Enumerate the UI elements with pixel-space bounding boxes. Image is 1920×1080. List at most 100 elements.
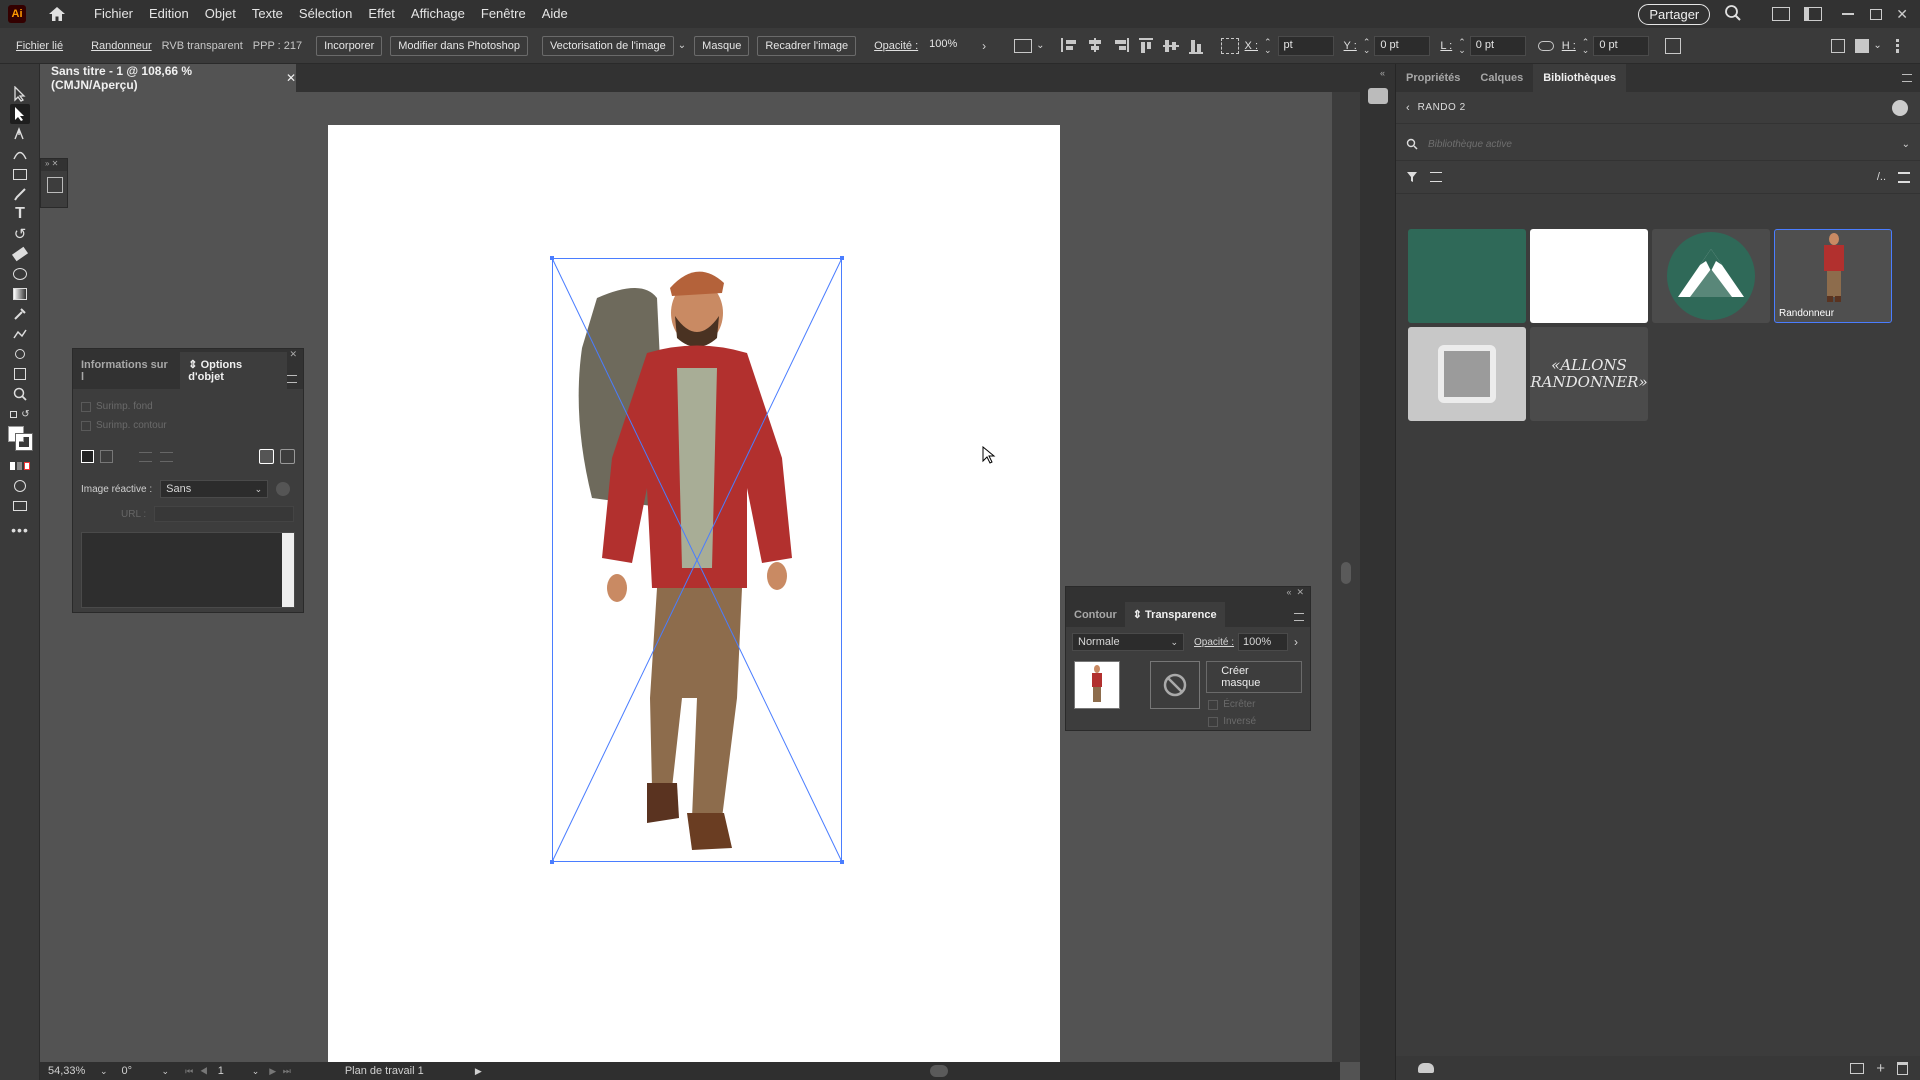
minimize-icon[interactable] (1842, 13, 1855, 15)
library-text-allons-randonner[interactable]: «ALLONS RANDONNER» (1530, 327, 1648, 421)
chevron-down-icon[interactable]: ⌄ (100, 1066, 108, 1077)
y-field[interactable]: 0 pt (1374, 35, 1431, 56)
mask-thumbnail[interactable] (1150, 661, 1201, 709)
overprint-stroke-row[interactable]: Surimp. contour (81, 420, 295, 431)
tab-properties[interactable]: Propriétés (1396, 64, 1470, 92)
opacity-field[interactable]: 100% (924, 36, 978, 56)
more-options-icon[interactable] (1895, 38, 1899, 53)
x-stepper-icon[interactable]: ⌃ ⌄ (1264, 37, 1272, 54)
curvature-tool-icon[interactable] (10, 144, 30, 164)
close-tab-icon[interactable]: ✕ (286, 71, 296, 85)
height-field[interactable]: 0 pt (1593, 35, 1650, 56)
collapse-icon[interactable]: « (1380, 68, 1395, 78)
embed-button[interactable]: Incorporer (316, 35, 383, 56)
panel-menu-icon[interactable] (1294, 613, 1304, 621)
puppet-warp-tool-icon[interactable] (10, 324, 30, 344)
pen-tool-icon[interactable] (10, 124, 30, 144)
align-left-icon[interactable] (1060, 37, 1077, 52)
align-top-icon[interactable] (1138, 37, 1153, 54)
blend-mode-select[interactable]: Normale ⌄ (1072, 633, 1184, 651)
reverse-path-icon[interactable] (139, 451, 152, 462)
list-view-icon[interactable] (1898, 171, 1910, 183)
transform-origin-icon[interactable] (1014, 38, 1033, 53)
browser-icon[interactable] (276, 482, 291, 496)
chevron-right-icon[interactable]: › (982, 39, 986, 53)
arrange-documents-icon[interactable] (1804, 7, 1823, 21)
shape-builder-tool-icon[interactable] (10, 264, 30, 284)
library-color-white[interactable] (1530, 229, 1648, 323)
tab-object-options[interactable]: ⇕ Options d'objet (180, 352, 288, 389)
invert-row[interactable]: Inversé (1208, 716, 1302, 727)
back-chevron-icon[interactable]: ‹ (1406, 102, 1410, 114)
overprint-fill-row[interactable]: Surimp. fond (81, 401, 295, 412)
opacity-field[interactable]: 100% (1238, 633, 1289, 651)
library-graphic-square[interactable] (1408, 327, 1526, 421)
selection-tool-icon[interactable] (10, 84, 30, 104)
tab-layers[interactable]: Calques (1470, 64, 1533, 92)
rectangle-tool-icon[interactable] (10, 164, 30, 184)
opacity-label[interactable]: Opacité : (874, 40, 918, 52)
linked-file-name[interactable]: Randonneur (91, 40, 152, 52)
evenodd-rule-icon[interactable] (280, 449, 295, 464)
add-icon[interactable]: + (1876, 1060, 1885, 1077)
zoom-tool-icon[interactable] (10, 384, 30, 404)
panel-menu-icon[interactable] (287, 375, 297, 383)
screen-mode-icon[interactable] (10, 496, 30, 516)
width-field[interactable]: 0 pt (1469, 35, 1526, 56)
artboard-tool-icon[interactable] (10, 364, 30, 384)
gradient-tool-icon[interactable] (10, 284, 30, 304)
first-page-icon[interactable]: ⏮ ◀ (185, 1066, 210, 1077)
notes-scrollbar[interactable] (282, 533, 294, 607)
view-icon[interactable]: /.. (1877, 171, 1886, 183)
more-tools-icon[interactable]: ••• (10, 520, 30, 540)
transform-icon[interactable] (1665, 37, 1682, 54)
image-trace-button[interactable]: Vectorisation de l'image (541, 35, 674, 56)
make-mask-button[interactable]: Créer masque (1206, 661, 1302, 693)
new-group-icon[interactable] (1850, 1062, 1865, 1074)
url-field[interactable] (154, 506, 295, 522)
library-color-green[interactable] (1408, 229, 1526, 323)
symbol-sprayer-tool-icon[interactable] (10, 344, 30, 364)
rotation-value[interactable]: 0° (122, 1065, 162, 1077)
sort-icon[interactable] (1430, 172, 1442, 182)
edit-photoshop-button[interactable]: Modifier dans Photoshop (390, 35, 528, 56)
fill-rule-alt-icon[interactable] (100, 450, 113, 463)
notes-textarea[interactable] (81, 532, 295, 608)
menu-aide[interactable]: Aide (534, 0, 576, 28)
page-number[interactable]: 1 (218, 1065, 252, 1077)
height-stepper-icon[interactable]: ⌃ ⌄ (1582, 37, 1590, 54)
crop-image-button[interactable]: Recadrer l'image (757, 35, 857, 56)
library-graphic-mountain[interactable] (1652, 229, 1770, 323)
trash-icon[interactable] (1897, 1061, 1908, 1075)
clip-row[interactable]: Écrêter (1208, 699, 1302, 710)
close-icon[interactable]: ✕ (1896, 6, 1908, 23)
chevron-down-icon[interactable]: ⌄ (1036, 40, 1044, 51)
color-mode-icons[interactable] (10, 456, 30, 476)
search-icon[interactable] (1724, 4, 1744, 24)
home-icon[interactable] (46, 3, 68, 25)
image-panel-icon[interactable] (47, 177, 63, 193)
nonzero-rule-icon[interactable] (259, 449, 274, 464)
collaborators-icon[interactable] (1892, 99, 1908, 116)
tab-document-info[interactable]: Informations sur l (73, 353, 180, 389)
tab-stroke[interactable]: Contour (1066, 603, 1125, 627)
comments-icon[interactable] (1368, 88, 1388, 104)
play-icon[interactable]: ▶ (475, 1066, 482, 1077)
menu-selection[interactable]: Sélection (291, 0, 360, 28)
artboard[interactable] (328, 125, 1060, 1062)
panel-menu-icon[interactable] (1902, 74, 1912, 82)
restore-icon[interactable] (1870, 8, 1883, 20)
menu-fichier[interactable]: Fichier (86, 0, 141, 28)
filter-icon[interactable] (1406, 171, 1418, 183)
width-stepper-icon[interactable]: ⌃ ⌄ (1458, 37, 1466, 54)
linked-file-link[interactable]: Fichier lié (16, 40, 63, 52)
menu-texte[interactable]: Texte (244, 0, 291, 28)
align-right-icon[interactable] (1112, 37, 1129, 52)
zoom-level[interactable]: 54,33% (48, 1065, 96, 1077)
panel-menu-icon[interactable] (1855, 38, 1870, 53)
scroll-thumb[interactable] (1341, 562, 1351, 584)
menu-objet[interactable]: Objet (197, 0, 244, 28)
selection-bounding-box[interactable] (550, 256, 844, 864)
draw-mode-icon[interactable] (10, 476, 30, 496)
arrange-icon[interactable] (1831, 38, 1846, 53)
